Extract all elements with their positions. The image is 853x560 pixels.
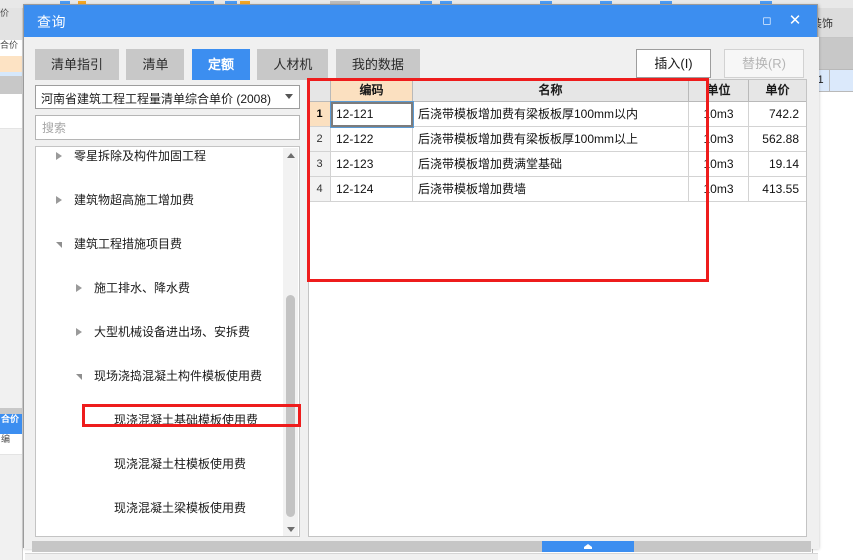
- screen: 价 合价 合价 编 装饰 1 查询 ◻ ✕ 清单指引 清单 定额 人材机 我的数…: [0, 0, 853, 560]
- tree-item-label: 建筑工程措施项目费: [74, 237, 183, 251]
- search-box[interactable]: [35, 115, 300, 140]
- table-cell-num[interactable]: 3: [309, 152, 331, 176]
- table-cell-unit[interactable]: 10m3: [689, 102, 749, 126]
- table-row[interactable]: 2 12-122 后浇带模板增加费有梁板板厚100mm以上 10m3 562.88: [309, 127, 806, 152]
- table-cell-code[interactable]: 12-122: [331, 127, 413, 151]
- grid-header-row: 编码 名称 单位 单价: [309, 80, 806, 102]
- tree-item-label: 现浇混凝土柱模板使用费: [114, 457, 247, 471]
- tree-item[interactable]: 施工排水、降水费: [36, 277, 284, 299]
- background-cell: [0, 108, 22, 129]
- tree-item[interactable]: 零星拆除及构件加固工程: [36, 147, 284, 167]
- tree-item[interactable]: 大型机械设备进出场、安拆费: [36, 321, 284, 343]
- tab-dinge[interactable]: 定额: [191, 49, 250, 80]
- column-header-unit[interactable]: 单位: [689, 80, 749, 101]
- background-cell: 合价: [0, 414, 22, 434]
- table-cell-price[interactable]: 742.2: [749, 102, 806, 126]
- tree-item-label: 施工排水、降水费: [94, 281, 191, 295]
- scroll-up-icon[interactable]: [283, 148, 298, 163]
- table-cell-name[interactable]: 后浇带模板增加费墙: [413, 177, 689, 201]
- table-row[interactable]: 3 12-123 后浇带模板增加费满堂基础 10m3 19.14: [309, 152, 806, 177]
- horizontal-scroll-thumb[interactable]: [542, 541, 634, 552]
- table-cell-unit[interactable]: 10m3: [689, 152, 749, 176]
- table-cell-num[interactable]: 4: [309, 177, 331, 201]
- table-cell-num[interactable]: 2: [309, 127, 331, 151]
- tree-expand-toggle-open-icon[interactable]: [56, 242, 62, 248]
- background-cell: 编: [0, 434, 22, 455]
- left-pane: 河南省建筑工程工程量清单综合单价 (2008) 零星拆除及构件加固工程建筑物超高…: [35, 85, 300, 537]
- results-grid: 编码 名称 单位 单价 1 12-121 后浇带模板增加费有梁板板厚100mm以内 1…: [308, 79, 807, 537]
- tree-item[interactable]: 现场浇捣混凝土构件模板使用费: [36, 365, 284, 387]
- table-cell-name[interactable]: 后浇带模板增加费满堂基础: [413, 152, 689, 176]
- tree-item[interactable]: 现浇混凝土梁模板使用费: [36, 497, 284, 519]
- tab-strip: 清单指引 清单 定额 人材机 我的数据: [35, 49, 423, 80]
- background-cell: [0, 94, 22, 109]
- scroll-thumb-glyph-icon: [584, 544, 592, 549]
- tree-item-label: 建筑物超高施工增加费: [74, 193, 195, 207]
- grid-corner-cell: [309, 80, 331, 101]
- tab-qingdan-zhiyin[interactable]: 清单指引: [35, 49, 120, 80]
- dialog-footer: [25, 553, 818, 560]
- tree-expand-toggle-closed-icon[interactable]: [76, 328, 82, 336]
- tree-scroll-thumb[interactable]: [286, 295, 295, 517]
- table-cell-unit[interactable]: 10m3: [689, 177, 749, 201]
- tree-item-label: 大型机械设备进出场、安拆费: [94, 325, 251, 339]
- tree-expand-toggle-closed-icon[interactable]: [76, 284, 82, 292]
- insert-button[interactable]: 插入(I): [636, 49, 711, 78]
- tab-rencaiji[interactable]: 人材机: [257, 49, 329, 80]
- tree-item-label: 零星拆除及构件加固工程: [74, 149, 207, 163]
- tree-item[interactable]: 现浇混凝土柱模板使用费: [36, 453, 284, 475]
- tab-wodeshuju[interactable]: 我的数据: [335, 49, 420, 80]
- background-left-column: 价 合价 合价 编: [0, 8, 23, 560]
- table-cell-code[interactable]: 12-123: [331, 152, 413, 176]
- dialog-body: 清单指引 清单 定额 人材机 我的数据 插入(I) 替换(R) 河南省建筑工程工…: [24, 37, 819, 560]
- close-icon[interactable]: ✕: [785, 11, 805, 31]
- table-cell-price[interactable]: 413.55: [749, 177, 806, 201]
- tree-expand-toggle-closed-icon[interactable]: [56, 152, 62, 160]
- tree-items-container: 零星拆除及构件加固工程 建筑物超高施工增加费 建筑工程措施项目费施工排水、降水费大型…: [36, 147, 284, 536]
- column-header-name[interactable]: 名称: [413, 80, 689, 101]
- tab-qingdan[interactable]: 清单: [126, 49, 185, 80]
- tree-expand-toggle-closed-icon[interactable]: [56, 196, 62, 204]
- table-cell-price[interactable]: 19.14: [749, 152, 806, 176]
- background-cell: [0, 22, 22, 41]
- table-cell-unit[interactable]: 10m3: [689, 127, 749, 151]
- tree-item-label: 现浇混凝土梁模板使用费: [114, 501, 247, 515]
- table-row[interactable]: 1 12-121 后浇带模板增加费有梁板板厚100mm以内 10m3 742.2: [309, 102, 806, 127]
- tree-item-label: 现浇混凝土基础模板使用费: [114, 413, 259, 427]
- table-cell-code[interactable]: 12-124: [331, 177, 413, 201]
- tree-expand-toggle-open-icon[interactable]: [76, 374, 82, 380]
- table-row[interactable]: 4 12-124 后浇带模板增加费墙 10m3 413.55: [309, 177, 806, 202]
- column-header-price[interactable]: 单价: [749, 80, 806, 101]
- replace-button[interactable]: 替换(R): [724, 49, 804, 78]
- table-cell-name[interactable]: 后浇带模板增加费有梁板板厚100mm以内: [413, 102, 689, 126]
- background-cell: 合价: [0, 40, 22, 57]
- category-tree: 零星拆除及构件加固工程 建筑物超高施工增加费 建筑工程措施项目费施工排水、降水费大型…: [35, 146, 300, 537]
- tree-item[interactable]: 建筑工程措施项目费: [36, 233, 284, 255]
- chevron-down-icon: [285, 94, 293, 99]
- tree-item[interactable]: 现浇混凝土基础模板使用费: [36, 409, 284, 431]
- price-library-dropdown[interactable]: 河南省建筑工程工程量清单综合单价 (2008): [35, 85, 300, 109]
- table-cell-code[interactable]: 12-121: [331, 102, 413, 126]
- dialog-horizontal-scrollbar[interactable]: [32, 541, 811, 552]
- search-input[interactable]: [36, 116, 299, 139]
- background-cell: [0, 56, 22, 73]
- query-dialog: 查询 ◻ ✕ 清单指引 清单 定额 人材机 我的数据 插入(I) 替换(R) 河…: [23, 4, 819, 560]
- dialog-title: 查询: [37, 14, 66, 30]
- scroll-down-icon[interactable]: [283, 522, 298, 536]
- background-cell: [0, 76, 22, 95]
- price-library-value: 河南省建筑工程工程量清单综合单价 (2008): [41, 92, 272, 106]
- background-cell: 价: [0, 8, 22, 23]
- maximize-icon[interactable]: ◻: [757, 11, 777, 31]
- dialog-titlebar: 查询 ◻ ✕: [24, 5, 817, 37]
- table-cell-num[interactable]: 1: [309, 102, 331, 126]
- column-header-code[interactable]: 编码: [331, 80, 413, 101]
- tree-item-label: 现场浇捣混凝土构件模板使用费: [94, 369, 263, 383]
- tree-item[interactable]: 建筑物超高施工增加费: [36, 189, 284, 211]
- table-cell-price[interactable]: 562.88: [749, 127, 806, 151]
- table-cell-name[interactable]: 后浇带模板增加费有梁板板厚100mm以上: [413, 127, 689, 151]
- tree-scrollbar[interactable]: [283, 148, 298, 536]
